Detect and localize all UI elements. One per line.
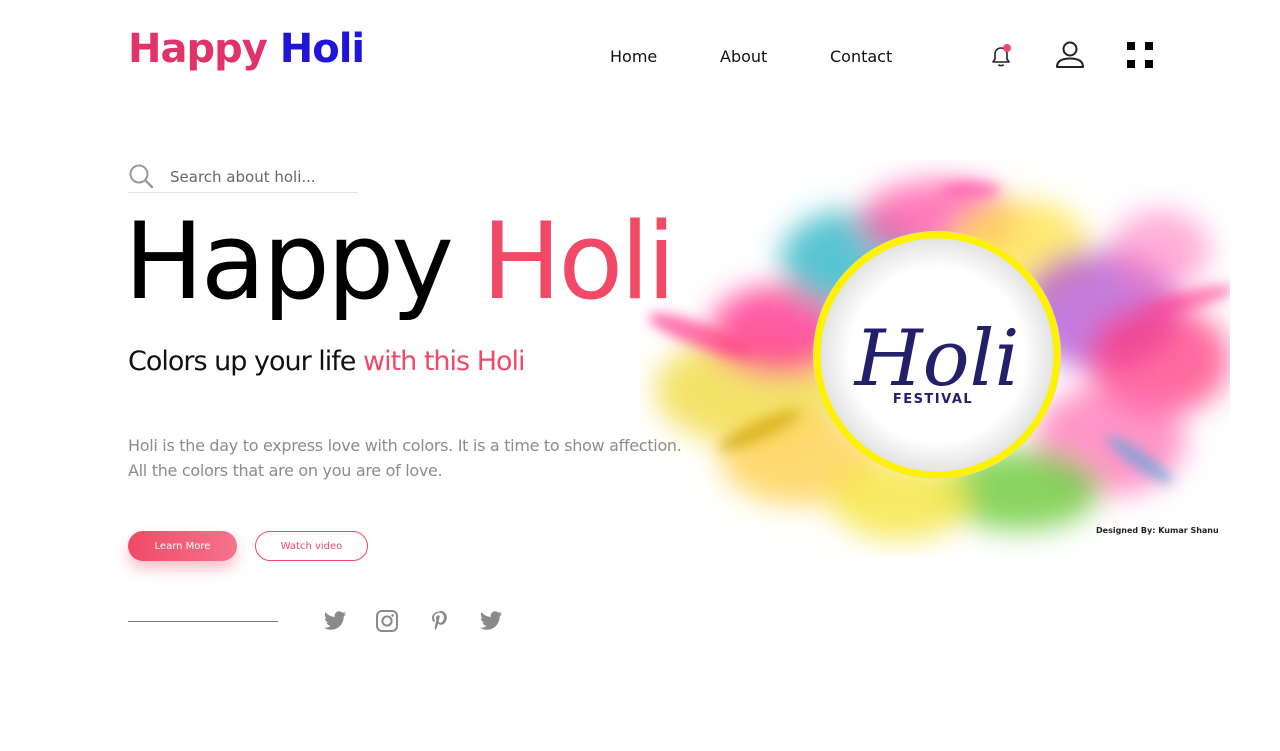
user-icon	[1056, 41, 1084, 68]
hero-description-line2: All the colors that are on you are of lo…	[128, 461, 443, 480]
instagram-icon	[376, 610, 398, 632]
holi-festival-artwork: Holi FESTIVAL	[640, 160, 1234, 556]
hero-description-line1: Holi is the day to express love with col…	[128, 436, 682, 455]
search-input[interactable]	[168, 164, 357, 190]
artwork-festival-text: FESTIVAL	[893, 392, 973, 407]
hero-subtitle-part1: Colors up your life	[128, 346, 356, 377]
artwork-script-text: Holi	[853, 314, 1020, 404]
search-bar	[128, 161, 358, 193]
profile-button[interactable]	[1054, 40, 1086, 70]
logo-word-holi: Holi	[279, 26, 365, 72]
notification-badge	[1003, 44, 1011, 52]
logo-word-happy: Happy	[128, 26, 268, 72]
twitter-icon	[324, 611, 346, 630]
hero-title: Happy Holi	[124, 198, 676, 325]
learn-more-button[interactable]: Learn More	[128, 531, 237, 561]
menu-button[interactable]	[1127, 42, 1153, 68]
grid-menu-icon	[1127, 42, 1153, 68]
search-icon[interactable]	[128, 163, 154, 189]
hero-title-happy: Happy	[124, 200, 454, 323]
nav-home[interactable]: Home	[610, 47, 657, 66]
hero-description: Holi is the day to express love with col…	[128, 433, 682, 483]
hero-subtitle: Colors up your life with this Holi	[128, 346, 526, 377]
twitter-icon	[480, 611, 502, 630]
color-splash-illustration: Holi FESTIVAL	[648, 180, 1234, 540]
nav-about[interactable]: About	[720, 47, 767, 66]
logo[interactable]: Happy Holi	[128, 26, 365, 72]
bell-icon	[992, 44, 1011, 67]
designer-credit: Designed By: Kumar Shanu	[1096, 526, 1219, 535]
pinterest-link[interactable]	[426, 608, 452, 634]
nav-contact[interactable]: Contact	[830, 47, 892, 66]
notification-button[interactable]	[987, 42, 1015, 70]
twitter-link[interactable]	[322, 608, 348, 634]
hero-subtitle-part2: with this Holi	[362, 346, 526, 377]
instagram-link[interactable]	[374, 608, 400, 634]
pinterest-icon	[432, 610, 447, 631]
watch-video-button[interactable]: Watch video	[255, 531, 368, 561]
social-divider	[128, 621, 278, 622]
twitter-link-2[interactable]	[478, 608, 504, 634]
